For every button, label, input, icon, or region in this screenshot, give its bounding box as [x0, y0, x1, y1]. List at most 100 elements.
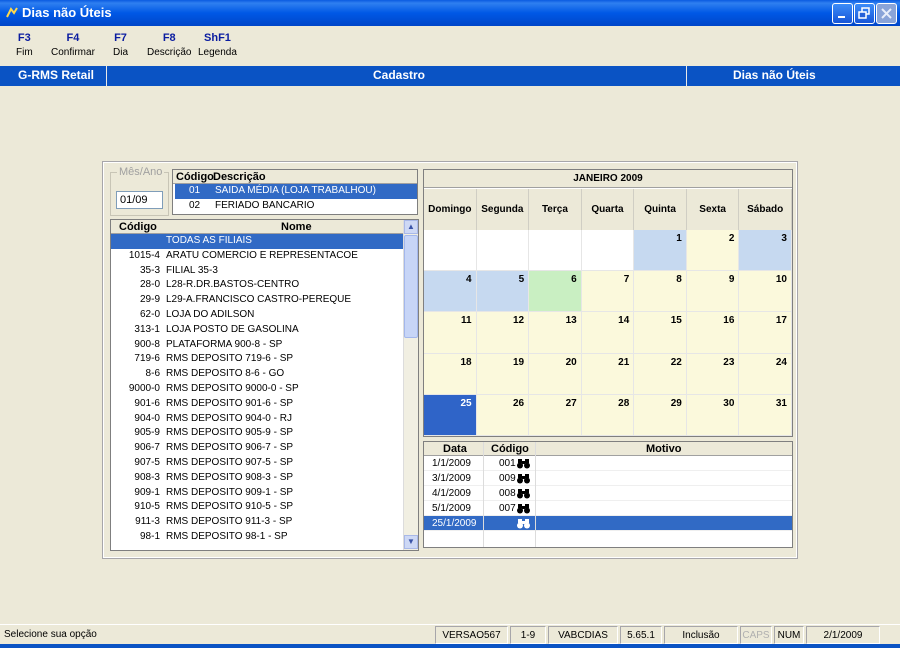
calendar-day[interactable]: 31 [739, 394, 792, 436]
minimize-icon [838, 16, 845, 18]
table-row[interactable]: 908-3 RMS DEPOSITO 908-3 - SP [111, 471, 403, 486]
shortcut-key: ShF1 [204, 32, 231, 44]
table-row[interactable]: 5/1/2009 007 [424, 501, 792, 516]
calendar-day[interactable]: 5 [476, 271, 530, 313]
scroll-down-button[interactable]: ▼ [404, 535, 418, 549]
calendar-day[interactable]: 14 [581, 312, 635, 354]
restore-button[interactable] [854, 3, 875, 24]
calendar-empty-cell [581, 230, 635, 272]
calendar-day[interactable]: 9 [686, 271, 740, 313]
table-row[interactable]: 906-7 RMS DEPOSITO 906-7 - SP [111, 441, 403, 456]
cell-codigo: 62-0 [139, 308, 160, 320]
scroll-up-button[interactable]: ▲ [404, 220, 418, 234]
minimize-button[interactable] [832, 3, 853, 24]
bottom-border [0, 644, 900, 648]
table-row[interactable]: 900-8 PLATAFORMA 900-8 - SP [111, 338, 403, 353]
calendar-day[interactable]: 15 [634, 312, 687, 354]
toolbar-f7-dia[interactable]: F7 Dia [113, 32, 128, 58]
filiais-scrollbar[interactable]: ▲ ▼ [403, 220, 418, 550]
table-row[interactable]: 9000-0 RMS DEPOSITO 9000-0 - SP [111, 382, 403, 397]
binoculars-icon[interactable] [517, 518, 530, 534]
dayname-1: Segunda [476, 189, 530, 230]
calendar-day[interactable]: 2 [686, 230, 740, 272]
calendar-day[interactable]: 26 [476, 394, 530, 436]
calendar-day[interactable]: 24 [739, 353, 792, 395]
table-row[interactable]: 719-6 RMS DEPOSITO 719-6 - SP [111, 352, 403, 367]
close-button[interactable] [876, 3, 897, 24]
calendar-day[interactable]: 4 [424, 271, 477, 313]
calendar-day[interactable]: 16 [686, 312, 740, 354]
main-panel: Mês/Ano Código Descrição 01 SAIDA MÉDIA … [102, 161, 798, 559]
cell-codigo: 008 [499, 488, 516, 499]
calendar-day[interactable]: 17 [739, 312, 792, 354]
status-message: Selecione sua opção [4, 629, 97, 640]
calendar-day[interactable]: 11 [424, 312, 477, 354]
calendar-day[interactable]: 8 [634, 271, 687, 313]
status-module: VABCDIAS [548, 626, 618, 644]
cell-codigo: 35-3 [139, 264, 160, 276]
calendar-day[interactable]: 21 [581, 353, 635, 395]
shortcut-label: Confirmar [51, 47, 95, 58]
grid-header: Código Descrição [173, 170, 417, 184]
calendar-day[interactable]: 19 [476, 353, 530, 395]
col-header-data: Data [443, 443, 467, 455]
calendar-day[interactable]: 20 [529, 353, 582, 395]
status-mode: Inclusão [664, 626, 738, 644]
table-row[interactable]: 1015-4 ARATU COMERCIO E REPRESENTACOE [111, 249, 403, 264]
calendar-day[interactable]: 28 [581, 394, 635, 436]
calendar-day[interactable]: 23 [686, 353, 740, 395]
table-row[interactable]: 905-9 RMS DEPOSITO 905-9 - SP [111, 426, 403, 441]
calendar-day[interactable]: 1 [634, 230, 687, 272]
calendar-day[interactable]: 10 [739, 271, 792, 313]
table-row[interactable]: 01 SAIDA MÉDIA (LOJA TRABALHOU) [173, 184, 417, 199]
calendar-day[interactable]: 22 [634, 353, 687, 395]
table-row[interactable]: 907-5 RMS DEPOSITO 907-5 - SP [111, 456, 403, 471]
calendar-day[interactable]: 29 [634, 394, 687, 436]
calendar: JANEIRO 2009 Domingo Segunda Terça Quarta Qu… [423, 169, 793, 437]
table-row[interactable]: 909-1 RMS DEPOSITO 909-1 - SP [111, 486, 403, 501]
table-row[interactable]: 35-3 FILIAL 35-3 [111, 264, 403, 279]
shortcut-label: Dia [113, 47, 129, 58]
table-row[interactable]: 904-0 RMS DEPOSITO 904-0 - RJ [111, 412, 403, 427]
mes-ano-input[interactable] [116, 191, 163, 209]
toolbar-f3-fim[interactable]: F3 Fim [16, 32, 33, 58]
table-row[interactable]: 313-1 LOJA POSTO DE GASOLINA [111, 323, 403, 338]
calendar-day[interactable]: 6 [529, 271, 582, 313]
calendar-day[interactable]: 25 [424, 394, 477, 436]
table-row[interactable]: 98-1 RMS DEPOSITO 98-1 - SP [111, 530, 403, 545]
toolbar-f8-descricao[interactable]: F8 Descrição [147, 32, 191, 58]
table-row[interactable]: 4/1/2009 008 [424, 486, 792, 501]
toolbar-f4-confirmar[interactable]: F4 Confirmar [51, 32, 95, 58]
cell-codigo: 908-3 [134, 471, 160, 483]
status-bar: Selecione sua opção VERSAO567 1-9 VABCDI… [0, 624, 900, 644]
table-row[interactable]: 901-6 RMS DEPOSITO 901-6 - SP [111, 397, 403, 412]
col-header-codigo: Código [176, 171, 214, 183]
calendar-day[interactable]: 13 [529, 312, 582, 354]
column-divider [483, 442, 484, 547]
calendar-day[interactable]: 30 [686, 394, 740, 436]
cell-codigo: 1015-4 [128, 249, 160, 261]
col-header-descricao: Descrição [213, 171, 266, 183]
calendar-day[interactable]: 3 [739, 230, 792, 272]
filiais-list: TODAS AS FILIAIS 1015-4 ARATU COMERCIO E R… [111, 234, 403, 545]
calendar-day[interactable]: 18 [424, 353, 477, 395]
app-header: G-RMS Retail Cadastro Dias não Úteis [0, 66, 900, 86]
table-row[interactable]: TODAS AS FILIAIS [111, 234, 403, 249]
table-row[interactable]: 1/1/2009 001 [424, 456, 792, 471]
table-row[interactable]: 62-0 LOJA DO ADILSON [111, 308, 403, 323]
table-row[interactable]: 28-0 L28-R.DR.BASTOS-CENTRO [111, 278, 403, 293]
calendar-day[interactable]: 12 [476, 312, 530, 354]
calendar-day[interactable]: 7 [581, 271, 635, 313]
cell-codigo: 900-8 [134, 338, 160, 350]
table-row[interactable]: 910-5 RMS DEPOSITO 910-5 - SP [111, 500, 403, 515]
table-row[interactable]: 3/1/2009 009 [424, 471, 792, 486]
table-row[interactable]: 25/1/2009 [424, 516, 792, 531]
scroll-thumb[interactable] [404, 235, 418, 338]
table-row[interactable]: 8-6 RMS DEPOSITO 8-6 - GO [111, 367, 403, 382]
table-row[interactable]: 02 FERIADO BANCARIO [173, 199, 417, 214]
toolbar-shf1-legenda[interactable]: ShF1 Legenda [198, 32, 237, 58]
calendar-day[interactable]: 27 [529, 394, 582, 436]
table-row[interactable]: 911-3 RMS DEPOSITO 911-3 - SP [111, 515, 403, 530]
table-row[interactable]: 29-9 L29-A.FRANCISCO CASTRO-PEREQUE [111, 293, 403, 308]
cell-nome: RMS DEPOSITO 908-3 - SP [166, 471, 294, 483]
